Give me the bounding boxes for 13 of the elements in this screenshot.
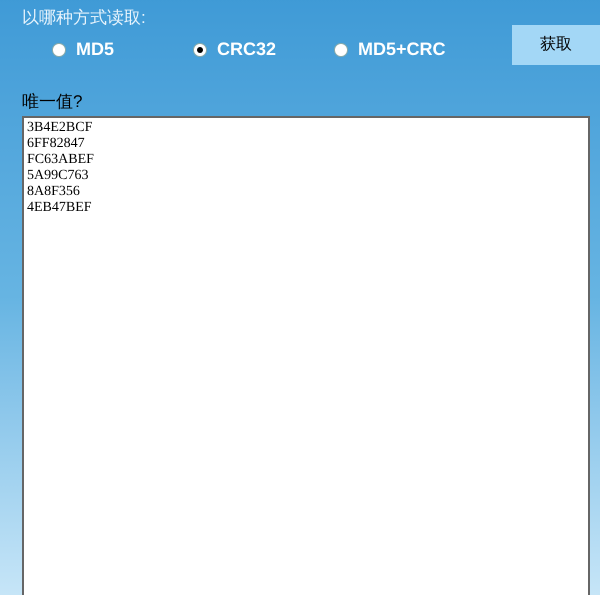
result-line: 8A8F356 [27, 184, 80, 200]
result-line: 3B4E2BCF [27, 120, 92, 136]
result-line: FC63ABEF [27, 152, 94, 168]
result-line: 6FF82847 [27, 136, 85, 152]
radio-option[interactable]: MD5+CRC [334, 36, 475, 63]
radio-option[interactable]: CRC32 [193, 36, 334, 63]
result-line: 5A99C763 [27, 168, 88, 184]
result-label: 唯一值? [22, 91, 82, 113]
prompt-label: 以哪种方式读取: [22, 7, 146, 29]
fetch-button[interactable]: 获取 [512, 25, 600, 65]
radio-option[interactable]: MD5 [52, 36, 193, 63]
result-line: 4EB47BEF [27, 200, 92, 216]
result-text-area[interactable]: 3B4E2BCF 6FF82847 FC63ABEF 5A99C763 8A8F356 4EB47BEF [22, 116, 590, 595]
